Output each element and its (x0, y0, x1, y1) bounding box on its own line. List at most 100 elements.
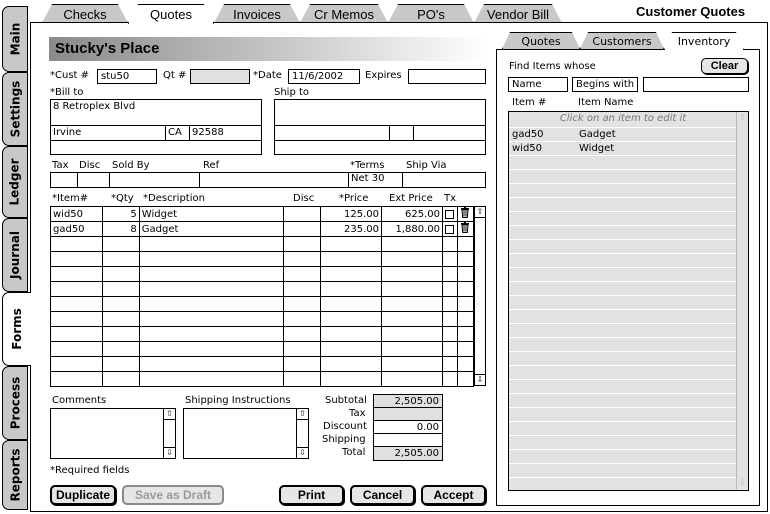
bill-zip: 92588 (192, 127, 224, 138)
qt-label: Qt # (163, 70, 187, 81)
trash-icon[interactable] (456, 206, 475, 222)
qt-field[interactable] (190, 69, 250, 84)
order-info-row: Net 30 (50, 172, 486, 188)
customer-name: Stucky's Place (55, 40, 160, 57)
side-tab-journal[interactable]: Journal (2, 218, 28, 292)
table-row[interactable] (50, 311, 475, 327)
total-label: Total (342, 447, 366, 458)
duplicate-button[interactable]: Duplicate (50, 485, 116, 505)
col-tx: Tx (444, 193, 457, 204)
inventory-scrollbar[interactable]: ⇧ ⇩ (736, 112, 748, 490)
col-ext-price: Ext Price (389, 193, 433, 204)
expires-field[interactable] (408, 69, 486, 84)
side-tab-forms[interactable]: Forms (2, 292, 31, 366)
ship-to-label: Ship to (274, 87, 310, 98)
total-field: 2,505.00 (373, 446, 443, 461)
search-input[interactable] (643, 77, 749, 92)
side-tab-main[interactable]: Main (2, 6, 28, 72)
print-button[interactable]: Print (279, 485, 344, 505)
search-operator-select[interactable]: Begins with (572, 77, 638, 92)
tab-vendor-bill[interactable]: Vendor Bill (474, 4, 562, 23)
scroll-up-arrow-icon[interactable]: ⇧ (297, 409, 308, 420)
tax-checkbox[interactable] (441, 221, 458, 237)
terms-label: *Terms (350, 160, 385, 171)
scroll-up-arrow-icon[interactable]: ⇧ (737, 113, 748, 124)
disc-field[interactable] (78, 173, 110, 187)
col-item: *Item# (52, 193, 89, 204)
find-items-label: Find Items whose (509, 61, 596, 72)
sold-by-field[interactable] (110, 173, 200, 187)
tab-checks[interactable]: Checks (42, 4, 128, 23)
table-row[interactable] (50, 371, 475, 387)
right-tab-customers[interactable]: Customers (580, 32, 664, 49)
list-item[interactable]: wid50 Widget (509, 141, 737, 155)
inventory-list: Click on an item to edit it gad50 Gadget… (508, 111, 749, 491)
col-disc: Disc (293, 193, 315, 204)
tab-invoices[interactable]: Invoices (214, 4, 300, 23)
table-row[interactable]: wid50 5 Widget 125.00 625.00 (50, 206, 475, 222)
col-item-name: Item Name (578, 97, 634, 108)
bill-to-box[interactable]: 8 Retroplex Blvd Irvine CA 92588 (50, 99, 262, 155)
comments-label: Comments (52, 395, 107, 406)
col-qty: *Qty (111, 193, 134, 204)
table-row[interactable] (50, 296, 475, 312)
table-row[interactable] (50, 326, 475, 342)
tax-label: Tax (52, 160, 69, 171)
list-item[interactable]: gad50 Gadget (509, 127, 737, 141)
ref-label: Ref (203, 160, 220, 171)
scroll-down-arrow-icon[interactable]: ⇩ (475, 374, 485, 385)
ref-field[interactable] (200, 173, 349, 187)
table-row[interactable] (50, 281, 475, 297)
shipping-label: Shipping (322, 434, 366, 445)
table-row[interactable] (50, 341, 475, 357)
table-row[interactable]: gad50 8 Gadget 235.00 1,880.00 (50, 221, 475, 237)
tab-pos[interactable]: PO's (388, 4, 474, 23)
accept-button[interactable]: Accept (421, 485, 486, 505)
side-tab-settings[interactable]: Settings (2, 72, 28, 146)
bill-to-label: *Bill to (50, 87, 84, 98)
tax-checkbox[interactable] (441, 206, 458, 222)
trash-icon[interactable] (456, 221, 475, 237)
col-item-number: Item # (512, 97, 547, 108)
table-row[interactable] (50, 236, 475, 252)
cust-field[interactable]: stu50 (97, 69, 157, 84)
save-as-draft-button[interactable]: Save as Draft (122, 485, 224, 505)
customer-name-bar: Stucky's Place (49, 37, 486, 61)
scroll-down-arrow-icon[interactable]: ⇩ (164, 447, 175, 458)
search-field-select[interactable]: Name (508, 77, 568, 92)
terms-field[interactable]: Net 30 (349, 173, 403, 187)
required-fields-note: *Required fields (50, 465, 130, 476)
table-row[interactable] (50, 266, 475, 282)
date-field[interactable]: 11/6/2002 (288, 69, 360, 84)
table-row[interactable] (50, 251, 475, 267)
scroll-up-arrow-icon[interactable]: ⇧ (475, 207, 485, 218)
line-items-scrollbar[interactable]: ⇧ ⇩ (474, 206, 486, 386)
side-tab-process[interactable]: Process (2, 366, 28, 440)
line-items-table: wid50 5 Widget 125.00 625.00 gad50 8 Gad… (50, 206, 475, 387)
tax-field[interactable] (51, 173, 78, 187)
clear-button[interactable]: Clear (701, 58, 748, 74)
col-price: *Price (339, 193, 369, 204)
side-tab-ledger[interactable]: Ledger (2, 146, 28, 218)
scroll-down-arrow-icon[interactable]: ⇩ (297, 447, 308, 458)
side-tab-reports[interactable]: Reports (2, 440, 28, 510)
tax-total-label: Tax (349, 408, 366, 419)
ship-to-box[interactable] (274, 99, 486, 155)
comments-field[interactable]: ⇧ ⇩ (50, 408, 176, 459)
window-title: Customer Quotes (636, 4, 746, 19)
ship-via-field[interactable] (403, 173, 485, 187)
shipping-instructions-field[interactable]: ⇧ ⇩ (183, 408, 309, 459)
scroll-up-arrow-icon[interactable]: ⇧ (164, 409, 175, 420)
tab-cr-memos[interactable]: Cr Memos (300, 4, 388, 23)
table-row[interactable] (50, 356, 475, 372)
list-row-lines (509, 155, 737, 489)
right-tab-inventory[interactable]: Inventory (664, 32, 744, 50)
bill-address: 8 Retroplex Blvd (53, 101, 136, 112)
date-label: *Date (253, 70, 282, 81)
scroll-down-arrow-icon[interactable]: ⇩ (737, 478, 748, 489)
right-tab-quotes[interactable]: Quotes (502, 32, 580, 49)
tab-quotes[interactable]: Quotes (128, 4, 214, 24)
shipping-instructions-label: Shipping Instructions (185, 395, 291, 406)
cancel-button[interactable]: Cancel (350, 485, 415, 505)
list-hint: Click on an item to edit it (559, 113, 687, 124)
